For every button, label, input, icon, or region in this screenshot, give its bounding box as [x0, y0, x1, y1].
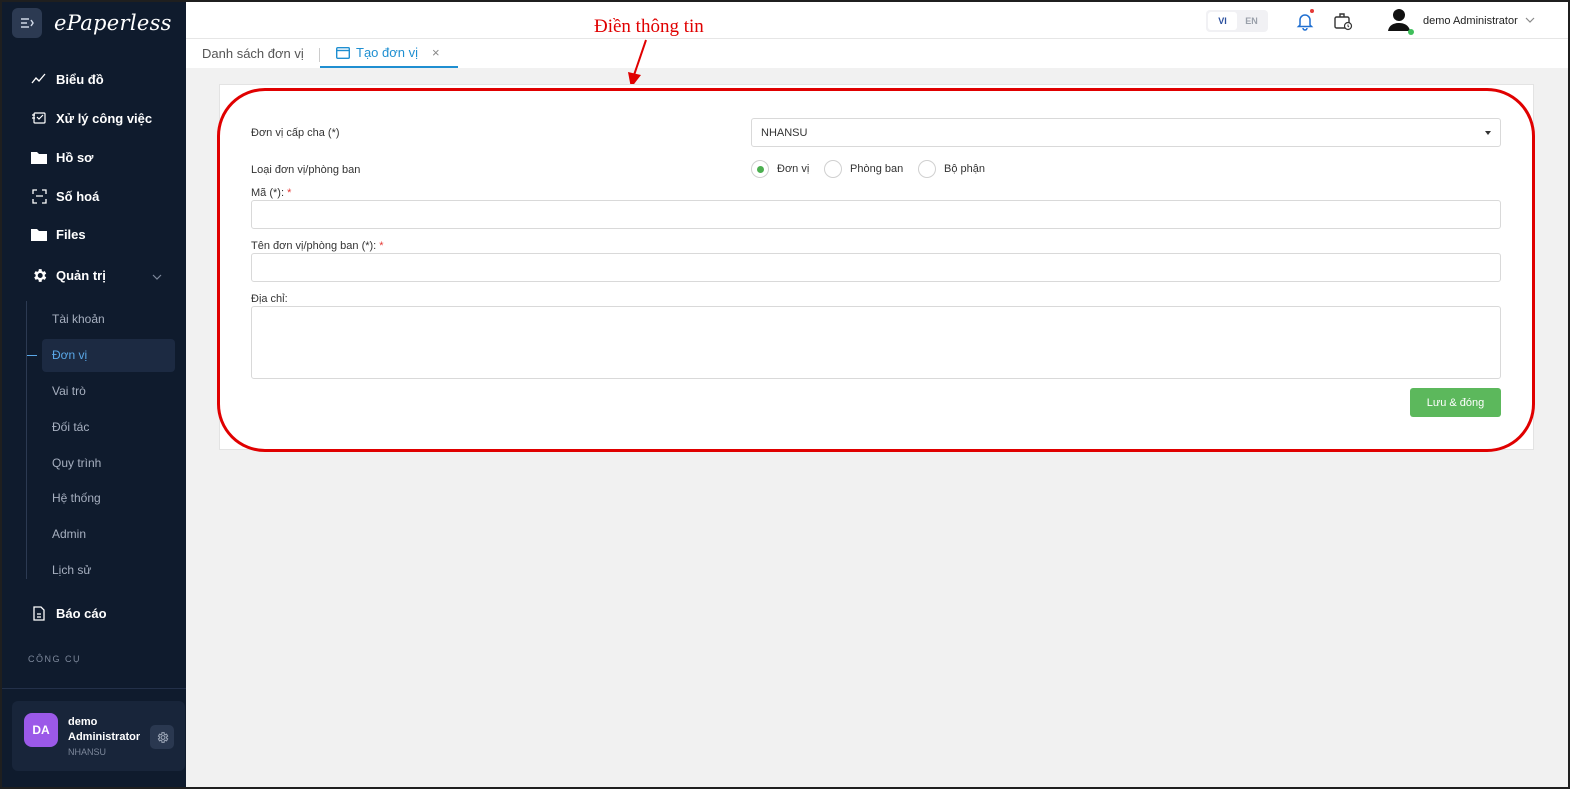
unit-type-label: Loại đơn vị/phòng ban	[251, 164, 361, 176]
avatar[interactable]: DA	[24, 713, 58, 747]
sidebar-item-label: Quản trị	[56, 267, 106, 283]
chevron-down-icon	[152, 269, 162, 284]
user-name[interactable]: demo Administrator	[1423, 15, 1518, 27]
sidebar-sub-lich-su[interactable]: Lịch sử	[52, 560, 91, 580]
sidebar-sub-admin[interactable]: Admin	[52, 524, 86, 544]
sidebar-item-ho-so[interactable]: Hồ sơ	[30, 145, 93, 169]
parent-unit-select[interactable]: NHANSU	[751, 118, 1501, 147]
sidebar-item-bieu-do[interactable]: Biểu đồ	[30, 67, 104, 91]
required-mark: *	[287, 187, 292, 199]
address-label: Địa chỉ:	[251, 293, 288, 305]
brand-name: ePaperless	[54, 11, 172, 35]
save-close-button[interactable]: Lưu & đóng	[1410, 388, 1501, 417]
radio-circle	[918, 160, 936, 178]
sidebar-sub-he-thong[interactable]: Hệ thống	[52, 488, 101, 508]
caret-down-icon	[1485, 131, 1491, 135]
scan-icon	[30, 187, 48, 205]
sidebar-sub-tai-khoan[interactable]: Tài khoản	[52, 309, 105, 329]
tab-tao-don-vi[interactable]: Tạo đơn vị ×	[320, 39, 458, 68]
sidebar-item-bao-cao[interactable]: Báo cáo	[30, 601, 107, 625]
sidebar-item-files[interactable]: Files	[30, 222, 86, 246]
sidebar-item-label: Biểu đồ	[56, 71, 104, 87]
sidebar-sub-quy-trinh[interactable]: Quy trình	[52, 453, 101, 473]
parent-unit-label: Đơn vị cấp cha (*)	[251, 127, 340, 139]
radio-phong-ban[interactable]: Phòng ban	[824, 160, 903, 178]
report-icon	[30, 604, 48, 622]
tab-danh-sach-don-vi[interactable]: Danh sách đơn vị	[202, 39, 304, 68]
folder-icon	[30, 148, 48, 166]
bell-icon[interactable]	[1294, 10, 1316, 32]
sidebar-item-xu-ly-cong-viec[interactable]: Xử lý công việc	[30, 106, 152, 130]
online-status-dot	[1408, 29, 1414, 35]
sidebar-item-label: Báo cáo	[56, 605, 107, 621]
lang-vi-button[interactable]: VI	[1208, 12, 1237, 30]
settings-gear-icon[interactable]	[150, 725, 174, 749]
notification-dot	[1310, 9, 1314, 13]
profile-name: demo Administrator	[68, 716, 141, 743]
radio-selected-dot	[756, 165, 764, 173]
briefcase-icon[interactable]	[1332, 10, 1354, 32]
sidebar-item-label: Hồ sơ	[56, 149, 94, 165]
sidebar-sub-doi-tac[interactable]: Đối tác	[52, 417, 89, 437]
sidebar-item-quan-tri[interactable]: Quản trị	[30, 263, 170, 287]
folder-icon	[30, 225, 48, 243]
unit-name-input[interactable]	[251, 253, 1501, 282]
task-icon	[30, 109, 48, 127]
radio-circle	[751, 160, 769, 178]
sidebar-sub-don-vi[interactable]: Đơn vị	[52, 345, 87, 365]
brand: ePaperless	[0, 0, 186, 46]
topbar: VI EN demo Administrator	[186, 2, 1568, 39]
gear-icon	[30, 266, 48, 284]
sidebar: ePaperless Biểu đồ Xử lý công việc Hồ sơ…	[0, 0, 186, 789]
address-textarea[interactable]	[251, 306, 1501, 379]
chart-line-icon	[30, 70, 48, 88]
lang-en-button[interactable]: EN	[1237, 12, 1266, 30]
section-label-tools: CÔNG CỤ	[28, 654, 81, 664]
chevron-down-icon[interactable]	[1524, 13, 1536, 25]
sidebar-item-label: Files	[56, 226, 86, 242]
unit-name-label: Tên đơn vị/phòng ban (*): *	[251, 240, 384, 252]
profile-card: DA demo Administrator NHANSU	[12, 701, 185, 771]
tab-label: Tạo đơn vị	[356, 45, 418, 60]
annotation-label: Điền thông tin	[594, 16, 704, 37]
code-label-text: Mã (*):	[251, 187, 284, 199]
profile-org: NHANSU	[68, 747, 107, 757]
radio-label: Đơn vị	[777, 163, 810, 175]
tab-label: Danh sách đơn vị	[202, 46, 304, 61]
window-icon	[335, 46, 351, 59]
radio-label: Bộ phận	[944, 163, 985, 175]
code-input[interactable]	[251, 200, 1501, 229]
language-switch[interactable]: VI EN	[1206, 10, 1268, 32]
required-mark: *	[379, 240, 384, 252]
sidebar-divider	[0, 688, 186, 689]
parent-unit-value: NHANSU	[761, 127, 808, 139]
sidebar-item-so-hoa[interactable]: Số hoá	[30, 184, 99, 208]
sidebar-item-label: Số hoá	[56, 188, 100, 204]
radio-bo-phan[interactable]: Bộ phận	[918, 160, 985, 178]
submenu-guide-line	[26, 301, 27, 579]
unit-name-label-text: Tên đơn vị/phòng ban (*):	[251, 240, 377, 252]
sidebar-sub-vai-tro[interactable]: Vai trò	[52, 381, 86, 401]
close-icon[interactable]: ×	[432, 45, 440, 60]
code-label: Mã (*): *	[251, 187, 291, 199]
annotation-arrow-icon	[628, 39, 647, 88]
tab-bar: Danh sách đơn vị Tạo đơn vị ×	[186, 39, 1568, 68]
radio-circle	[824, 160, 842, 178]
menu-toggle-icon[interactable]	[12, 8, 42, 38]
submenu-active-tick	[27, 355, 37, 356]
radio-label: Phòng ban	[850, 163, 904, 175]
sidebar-item-label: Xử lý công việc	[56, 110, 153, 126]
radio-don-vi[interactable]: Đơn vị	[751, 160, 809, 178]
